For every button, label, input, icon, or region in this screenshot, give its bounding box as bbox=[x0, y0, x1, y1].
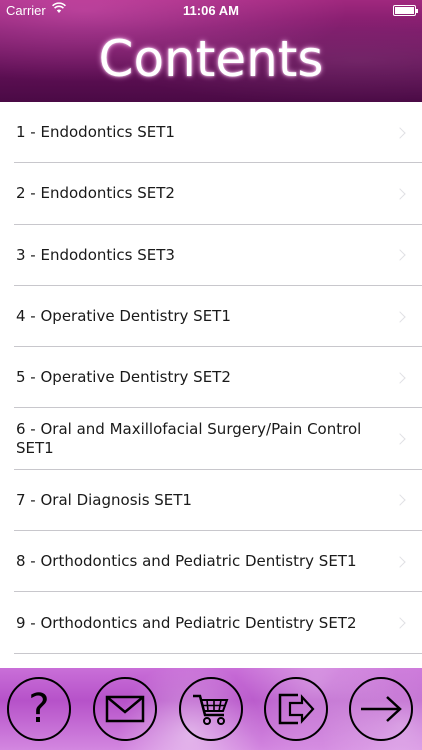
contents-list: 1 - Endodontics SET1 2 - Endodontics SET… bbox=[0, 102, 422, 668]
battery-icon bbox=[393, 5, 418, 16]
list-item[interactable]: 5 - Operative Dentistry SET2 bbox=[0, 347, 422, 409]
help-icon: ? bbox=[28, 686, 50, 732]
chevron-right-icon bbox=[394, 617, 406, 629]
list-item-label: 3 - Endodontics SET3 bbox=[16, 245, 175, 264]
list-item[interactable]: 7 - Oral Diagnosis SET1 bbox=[0, 470, 422, 532]
chevron-right-icon bbox=[394, 126, 406, 139]
mail-icon bbox=[105, 695, 145, 723]
list-item-label: 2 - Endodontics SET2 bbox=[16, 184, 175, 203]
page-title: Contents bbox=[98, 30, 324, 88]
list-item[interactable]: 8 - Orthodontics and Pediatric Dentistry… bbox=[0, 531, 422, 593]
list-item[interactable]: 6 - Oral and Maxillofacial Surgery/Pain … bbox=[0, 408, 422, 471]
header: Carrier 11:06 AM Contents bbox=[0, 0, 422, 102]
chevron-right-icon bbox=[394, 372, 406, 384]
list-item[interactable]: 2 - Endodontics SET2 bbox=[0, 163, 422, 225]
status-time: 11:06 AM bbox=[183, 3, 239, 18]
help-button[interactable]: ? bbox=[7, 677, 71, 741]
cart-icon bbox=[193, 694, 229, 725]
chevron-right-icon bbox=[394, 494, 406, 507]
mail-button[interactable] bbox=[93, 677, 157, 741]
list-item[interactable]: 9 - Orthodontics and Pediatric Dentistry… bbox=[0, 592, 422, 654]
next-button[interactable] bbox=[349, 677, 413, 741]
list-item[interactable]: 4 - Operative Dentistry SET1 bbox=[0, 286, 422, 348]
chevron-right-icon bbox=[394, 249, 406, 261]
list-item-label: 8 - Orthodontics and Pediatric Dentistry… bbox=[16, 552, 357, 571]
list-item[interactable]: 1 - Endodontics SET1 bbox=[0, 102, 422, 164]
exit-icon bbox=[278, 693, 315, 725]
cart-button[interactable] bbox=[179, 677, 243, 741]
list-item-label: 1 - Endodontics SET1 bbox=[16, 123, 175, 142]
chevron-right-icon bbox=[394, 433, 406, 445]
chevron-right-icon bbox=[394, 310, 406, 323]
arrow-right-icon bbox=[361, 696, 402, 722]
chevron-right-icon bbox=[394, 556, 406, 568]
status-bar: Carrier 11:06 AM bbox=[0, 0, 422, 22]
exit-button[interactable] bbox=[264, 677, 328, 741]
chevron-right-icon bbox=[394, 188, 406, 200]
list-item-label: 5 - Operative Dentistry SET2 bbox=[16, 368, 231, 387]
list-item-label: 7 - Oral Diagnosis SET1 bbox=[16, 490, 192, 509]
list-item[interactable]: 3 - Endodontics SET3 bbox=[0, 225, 422, 287]
list-item-label: 9 - Orthodontics and Pediatric Dentistry… bbox=[16, 613, 357, 632]
list-item-label: 4 - Operative Dentistry SET1 bbox=[16, 307, 231, 326]
list-item-label: 6 - Oral and Maxillofacial Surgery/Pain … bbox=[16, 420, 362, 458]
bottom-toolbar: ? bbox=[0, 668, 422, 750]
